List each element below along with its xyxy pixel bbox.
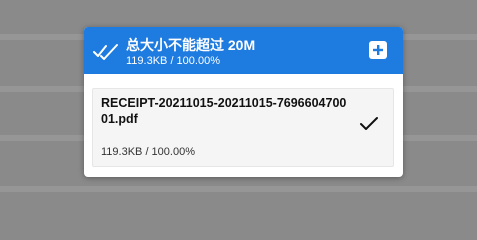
backdrop-stripe	[0, 186, 477, 192]
plus-icon	[373, 45, 383, 55]
upload-panel-header: 总大小不能超过 20M 119.3KB / 100.00%	[84, 27, 403, 74]
upload-panel: 总大小不能超过 20M 119.3KB / 100.00% RECEIPT-20…	[84, 27, 403, 177]
file-progress: 119.3KB / 100.00%	[101, 146, 195, 158]
upload-total-progress: 119.3KB / 100.00%	[126, 55, 220, 67]
double-check-icon	[93, 40, 119, 62]
upload-size-limit-title: 总大小不能超过 20M	[126, 37, 256, 53]
check-icon	[358, 115, 380, 133]
uploaded-file-item[interactable]: RECEIPT-20211015-20211015-769660470001.p…	[92, 88, 394, 167]
add-file-button[interactable]	[369, 41, 387, 59]
file-name: RECEIPT-20211015-20211015-769660470001.p…	[101, 96, 347, 126]
